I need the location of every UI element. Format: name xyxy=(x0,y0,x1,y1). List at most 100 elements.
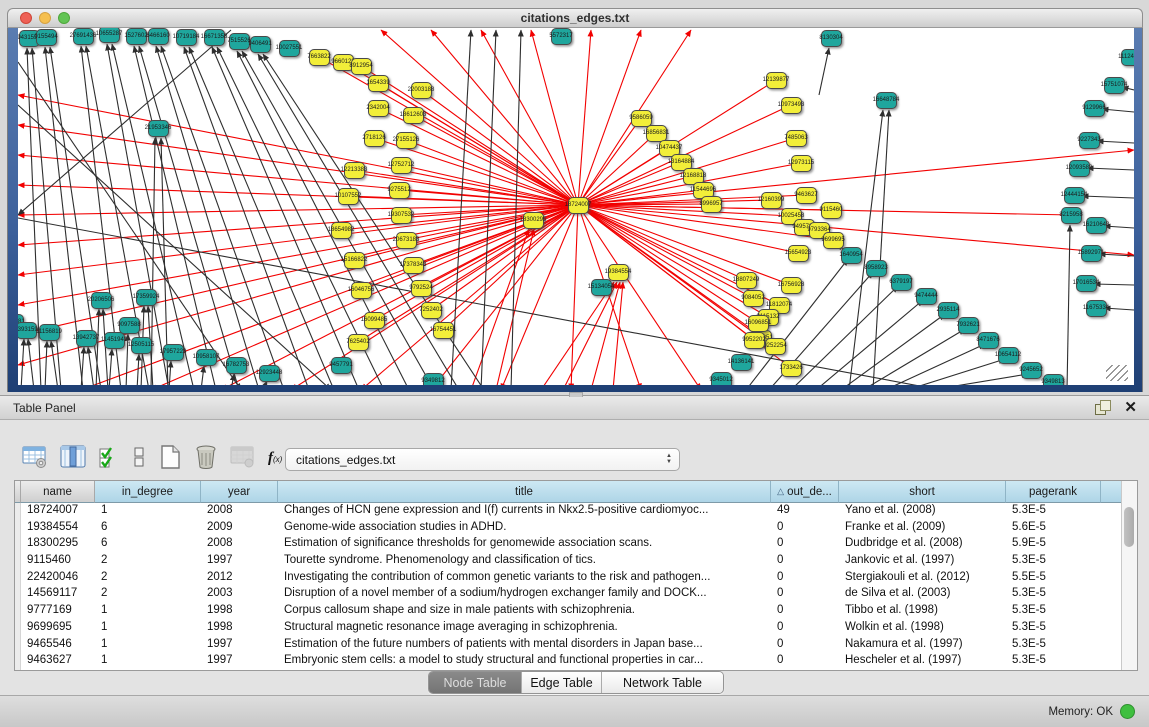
graph-node[interactable]: 18654982 xyxy=(331,222,352,239)
split-pane-handle[interactable] xyxy=(569,392,583,397)
graph-node[interactable]: 11675334 xyxy=(1086,300,1107,317)
graph-node[interactable]: 16099485 xyxy=(364,312,385,329)
graph-node[interactable]: 9457791 xyxy=(331,357,352,374)
graph-node[interactable]: 8912954 xyxy=(351,58,372,75)
table-row[interactable]: 911546021997Tourette syndrome. Phenomeno… xyxy=(15,553,1137,570)
canvas-resize-grip[interactable] xyxy=(1106,365,1128,381)
graph-edge[interactable] xyxy=(541,282,614,385)
graph-node[interactable]: 16210643 xyxy=(1086,217,1107,234)
graph-node[interactable]: 15892971 xyxy=(1081,245,1102,262)
graph-node[interactable]: 9252254 xyxy=(765,338,786,355)
graph-node[interactable]: 17957223 xyxy=(163,344,184,361)
column-header-short[interactable]: short xyxy=(839,481,1006,503)
graph-edge[interactable] xyxy=(21,339,24,385)
graph-node[interactable]: 8130304 xyxy=(821,30,842,47)
graph-node[interactable]: 12160399 xyxy=(761,192,782,209)
graph-edge[interactable] xyxy=(156,46,259,385)
graph-node[interactable]: 18300295 xyxy=(523,212,544,229)
graph-node[interactable]: 14136141 xyxy=(731,354,752,371)
column-header-name[interactable]: name xyxy=(21,481,95,503)
table-row[interactable]: 1456911722003Disruption of a novel membe… xyxy=(15,586,1137,603)
graph-node[interactable]: 27155126 xyxy=(396,132,417,149)
graph-edge[interactable] xyxy=(1104,308,1134,310)
table-panel-header[interactable]: Table Panel ✕ xyxy=(0,395,1149,420)
scrollbar-thumb[interactable] xyxy=(1124,507,1134,547)
graph-node[interactable]: 20673183 xyxy=(396,232,417,249)
memory-status-icon[interactable] xyxy=(1120,704,1135,719)
graph-edge[interactable] xyxy=(88,347,94,385)
new-column-button[interactable] xyxy=(158,444,182,472)
graph-node[interactable]: 12923448 xyxy=(259,365,280,382)
graph-edge[interactable] xyxy=(885,344,985,385)
graph-node[interactable]: 12139877 xyxy=(766,72,787,89)
graph-edge[interactable] xyxy=(578,150,1134,205)
graph-node[interactable]: 13942737 xyxy=(76,330,97,347)
graph-node[interactable]: 11156819 xyxy=(39,324,60,341)
graph-edge[interactable] xyxy=(931,374,1028,385)
graph-node[interactable]: 1527602 xyxy=(126,28,147,45)
graph-edge[interactable] xyxy=(531,30,578,205)
graph-node[interactable]: 11451941 xyxy=(104,332,125,349)
graph-node[interactable]: 10958107 xyxy=(196,349,217,366)
graph-node[interactable]: 9245652 xyxy=(1021,362,1042,379)
function-builder-button[interactable]: f(x) xyxy=(268,444,282,472)
close-window-icon[interactable] xyxy=(20,12,32,24)
graph-node[interactable]: 10654112 xyxy=(998,347,1019,364)
graph-node[interactable]: 19384554 xyxy=(608,264,629,281)
graph-node[interactable]: 15654923 xyxy=(788,245,809,262)
graph-edge[interactable] xyxy=(1094,284,1134,285)
graph-edge[interactable] xyxy=(263,381,267,385)
graph-node[interactable]: 10719184 xyxy=(176,29,197,46)
graph-edge[interactable] xyxy=(1087,168,1134,170)
column-header-pagerank[interactable]: pagerank xyxy=(1006,481,1101,503)
graph-node[interactable]: 9115460 xyxy=(821,202,842,219)
graph-node[interactable]: 5572317 xyxy=(551,28,572,45)
graph-node[interactable]: 9463627 xyxy=(796,187,817,204)
graph-node[interactable]: 9349812 xyxy=(423,373,444,386)
graph-node[interactable]: 9952202 xyxy=(744,332,765,349)
graph-node[interactable]: 12444154 xyxy=(1064,187,1085,204)
graph-node[interactable]: 19307532 xyxy=(391,207,412,224)
graph-node[interactable]: 1733426 xyxy=(781,360,802,377)
graph-edge[interactable] xyxy=(201,366,204,385)
graph-node[interactable]: 9097588 xyxy=(119,317,140,334)
graph-edge[interactable] xyxy=(578,205,768,317)
table-options-button[interactable] xyxy=(22,444,48,472)
graph-node[interactable]: 1393159 xyxy=(18,322,37,339)
graph-node[interactable]: 16096851 xyxy=(748,315,769,332)
graph-edge[interactable] xyxy=(431,30,578,205)
graph-node[interactable]: 1640954 xyxy=(841,247,862,264)
close-icon[interactable]: ✕ xyxy=(1124,400,1137,415)
graph-edge[interactable] xyxy=(81,347,84,385)
graph-node[interactable]: 9129966 xyxy=(1084,100,1105,117)
clear-selection-button[interactable] xyxy=(132,444,146,472)
graph-node[interactable]: 1654339 xyxy=(368,75,389,92)
graph-node[interactable]: 9474444 xyxy=(916,288,937,305)
graph-node[interactable]: 2342004 xyxy=(368,100,389,117)
minimize-window-icon[interactable] xyxy=(39,12,51,24)
graph-node[interactable]: 9345012 xyxy=(711,372,732,386)
graph-edge[interactable] xyxy=(134,46,216,385)
table-select-dropdown[interactable]: citations_edges.txt ▲▼ xyxy=(285,448,680,471)
column-header-title[interactable]: title xyxy=(278,481,771,503)
graph-node[interactable]: 9275512 xyxy=(389,182,410,199)
graph-edge[interactable] xyxy=(45,341,47,385)
graph-edge[interactable] xyxy=(791,286,898,385)
graph-node[interactable]: 18724007 xyxy=(568,197,589,214)
graph-node[interactable]: 11124441 xyxy=(1121,49,1135,66)
graph-node[interactable]: 27691436 xyxy=(73,28,94,45)
graph-edge[interactable] xyxy=(511,30,521,385)
graph-node[interactable]: 16756928 xyxy=(781,277,802,294)
graph-node[interactable]: 12752712 xyxy=(391,157,412,174)
float-window-icon[interactable] xyxy=(1095,400,1110,415)
graph-node[interactable]: 7625402 xyxy=(348,334,369,351)
graph-node[interactable]: 2718126 xyxy=(364,130,385,147)
network-window-titlebar[interactable]: citations_edges.txt xyxy=(7,8,1143,28)
graph-node[interactable]: 21953346 xyxy=(148,120,169,137)
graph-node[interactable]: 16754451 xyxy=(433,322,454,339)
column-header-year[interactable]: year xyxy=(201,481,278,503)
show-columns-button[interactable] xyxy=(60,444,86,472)
graph-node[interactable]: 20206506 xyxy=(91,292,112,309)
graph-edge[interactable] xyxy=(18,30,231,215)
graph-node[interactable]: 2935114 xyxy=(938,302,959,319)
